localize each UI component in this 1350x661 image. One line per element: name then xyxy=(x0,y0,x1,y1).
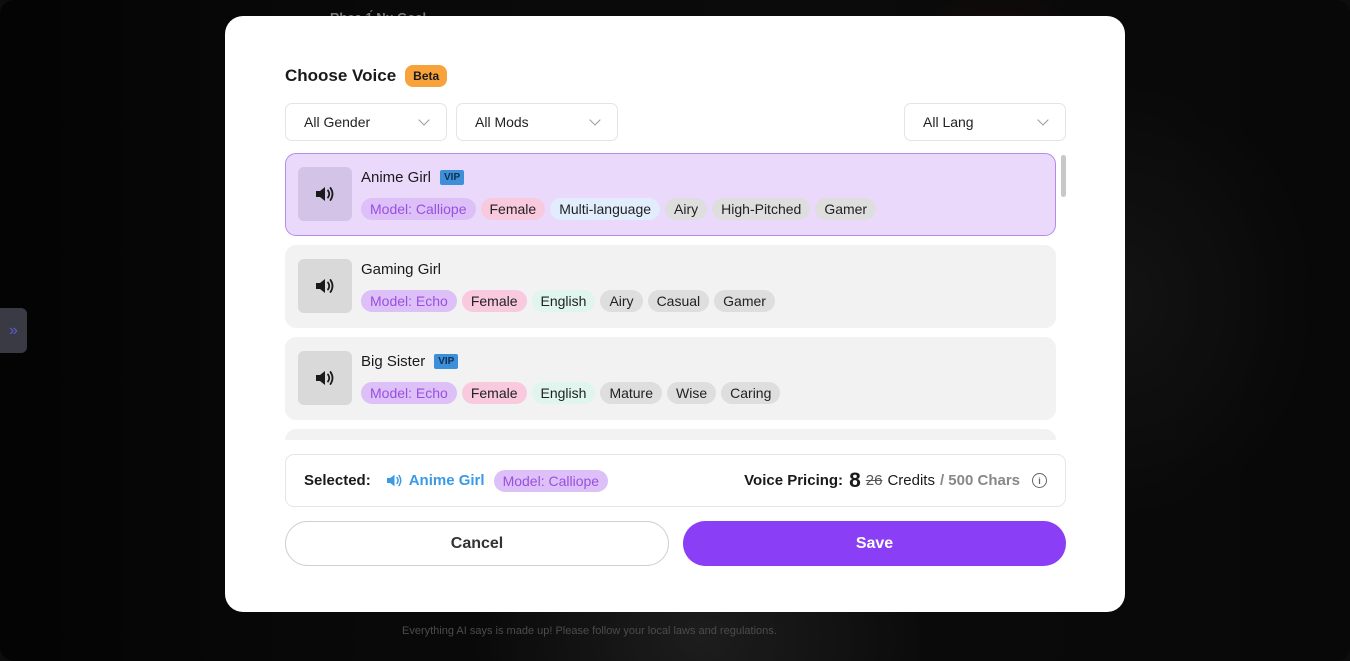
chevron-down-icon xyxy=(589,114,601,126)
speaker-icon xyxy=(316,279,334,293)
mods-filter-select[interactable]: All Mods xyxy=(456,103,618,141)
voice-card-anime-girl[interactable]: Anime Girl VIP Model: Calliope Female Mu… xyxy=(285,153,1056,236)
gender-tag: Female xyxy=(461,290,527,312)
language-tag: English xyxy=(531,290,596,312)
modal-title: Choose Voice xyxy=(285,66,397,85)
chevron-down-icon xyxy=(1037,114,1049,126)
choose-voice-modal: Choose Voice Beta All Gender All Mods Al… xyxy=(225,16,1125,612)
trait-tag: Caring xyxy=(721,382,781,404)
gender-filter-select[interactable]: All Gender xyxy=(285,103,447,141)
voice-list-scrollbar[interactable] xyxy=(1061,153,1066,440)
scrollbar-thumb[interactable] xyxy=(1061,155,1066,197)
speaker-icon xyxy=(386,474,402,487)
play-preview-button[interactable] xyxy=(298,259,352,313)
speaker-icon xyxy=(316,371,334,385)
gender-tag: Female xyxy=(480,198,546,220)
trait-tag: Mature xyxy=(600,382,663,404)
gender-filter-value: All Gender xyxy=(304,114,371,130)
double-chevron-right-icon: » xyxy=(9,321,18,339)
gender-tag: Female xyxy=(461,382,527,404)
selection-summary: Selected: Anime Girl Model: Calliope Voi… xyxy=(285,454,1066,507)
play-preview-button[interactable] xyxy=(298,351,352,405)
voice-pricing: Voice Pricing: 8 26 Credits / 500 Chars … xyxy=(744,469,1047,493)
voice-name: Anime Girl xyxy=(361,169,432,186)
voice-card-next[interactable] xyxy=(285,429,1056,440)
trait-tag: Airy xyxy=(600,290,643,312)
cancel-button[interactable]: Cancel xyxy=(285,521,669,566)
pricing-label: Voice Pricing: xyxy=(744,472,844,489)
voice-card-gaming-girl[interactable]: Gaming Girl Model: Echo Female English A… xyxy=(285,245,1056,328)
language-filter-value: All Lang xyxy=(923,114,974,130)
voice-tags: Model: Echo Female English Mature Wise C… xyxy=(361,382,785,404)
model-tag: Model: Calliope xyxy=(361,198,476,220)
language-filter-select[interactable]: All Lang xyxy=(904,103,1066,141)
mods-filter-value: All Mods xyxy=(475,114,529,130)
trait-tag: High-Pitched xyxy=(712,198,811,220)
selected-voice[interactable]: Anime Girl xyxy=(386,472,485,489)
voice-name-row: Gaming Girl xyxy=(361,261,441,278)
sidebar-toggle-button[interactable]: » xyxy=(0,308,27,353)
price-original: 26 xyxy=(865,472,883,489)
vip-badge: VIP xyxy=(434,354,459,369)
voice-name-row: Big Sister VIP xyxy=(361,353,459,370)
model-tag: Model: Echo xyxy=(361,290,457,312)
voice-tags: Model: Echo Female English Airy Casual G… xyxy=(361,290,780,312)
voice-name: Big Sister xyxy=(361,353,426,370)
model-tag: Model: Echo xyxy=(361,382,457,404)
background-disclaimer: Everything AI says is made up! Please fo… xyxy=(402,625,777,637)
info-icon[interactable]: i xyxy=(1032,473,1047,488)
selected-voice-name: Anime Girl xyxy=(408,472,485,489)
save-button[interactable]: Save xyxy=(683,521,1066,566)
voice-name-row: Anime Girl VIP xyxy=(361,169,465,186)
chevron-down-icon xyxy=(418,114,430,126)
selected-model-tag: Model: Calliope xyxy=(493,469,609,492)
vip-badge: VIP xyxy=(440,170,465,185)
trait-tag: Casual xyxy=(647,290,710,312)
voice-card-big-sister[interactable]: Big Sister VIP Model: Echo Female Englis… xyxy=(285,337,1056,420)
language-tag: Multi-language xyxy=(550,198,661,220)
language-tag: English xyxy=(531,382,596,404)
speaker-icon xyxy=(316,187,334,201)
voice-tags: Model: Calliope Female Multi-language Ai… xyxy=(361,198,881,220)
credits-label: Credits xyxy=(887,472,935,489)
trait-tag: Wise xyxy=(667,382,717,404)
selected-label: Selected: xyxy=(304,472,371,489)
beta-badge: Beta xyxy=(405,65,448,87)
trait-tag: Gamer xyxy=(815,198,877,220)
per-chars-label: / 500 Chars xyxy=(939,472,1020,489)
trait-tag: Airy xyxy=(665,198,708,220)
price-current: 8 xyxy=(849,468,861,492)
voice-list: Anime Girl VIP Model: Calliope Female Mu… xyxy=(285,153,1067,440)
trait-tag: Gamer xyxy=(714,290,775,312)
modal-header: Choose Voice Beta xyxy=(285,65,448,87)
voice-name: Gaming Girl xyxy=(361,261,442,278)
play-preview-button[interactable] xyxy=(298,167,352,221)
